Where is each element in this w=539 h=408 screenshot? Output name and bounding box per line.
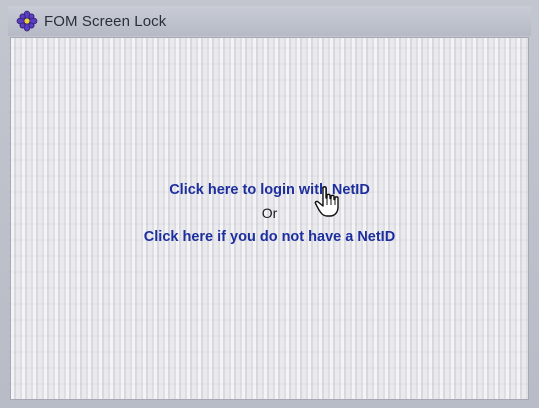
or-separator: Or (261, 205, 278, 221)
no-netid-link[interactable]: Click here if you do not have a NetID (11, 228, 528, 246)
app-logo-icon (16, 10, 38, 32)
title-bar: FOM Screen Lock (8, 6, 531, 36)
window-title: FOM Screen Lock (44, 12, 167, 30)
screen-lock-window: FOM Screen Lock Click here to login with… (0, 0, 539, 408)
login-options: Click here to login with NetID Or Click … (11, 181, 528, 246)
hand-pointer-icon (314, 186, 344, 218)
login-with-netid-link[interactable]: Click here to login with NetID (11, 181, 528, 199)
lock-panel: Click here to login with NetID Or Click … (10, 37, 529, 400)
